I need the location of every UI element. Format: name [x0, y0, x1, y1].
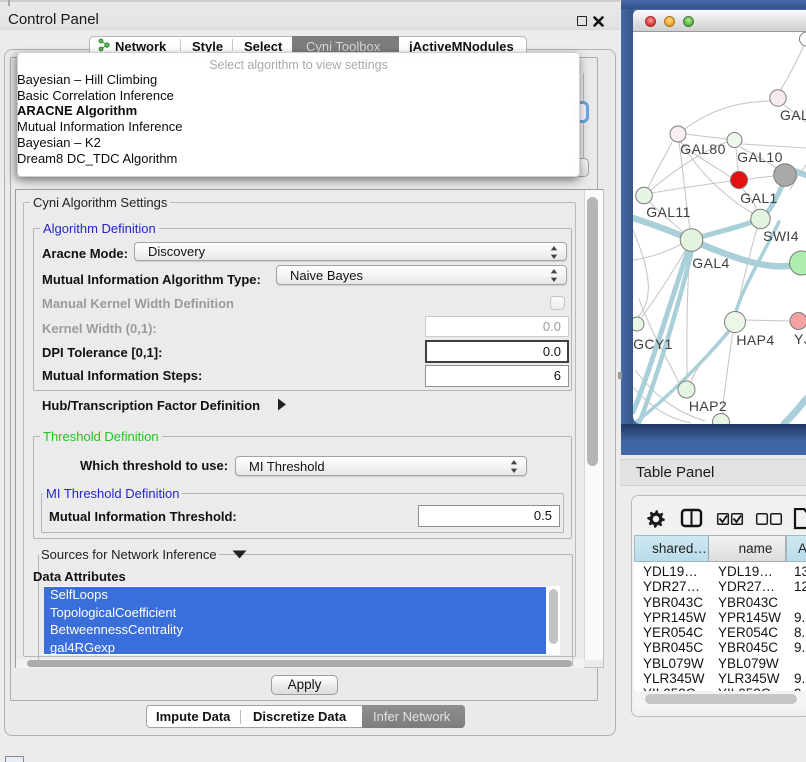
svg-text:YJ: YJ: [794, 331, 806, 347]
svg-text:HAP2: HAP2: [689, 398, 727, 414]
svg-text:GAL8: GAL8: [780, 107, 806, 123]
svg-text:GAL10: GAL10: [737, 149, 783, 165]
svg-text:GAL4: GAL4: [692, 255, 729, 271]
svg-text:SWI4: SWI4: [763, 228, 799, 244]
svg-text:GCY1: GCY1: [633, 336, 673, 352]
svg-text:GAL1: GAL1: [740, 190, 777, 206]
svg-text:GAL11: GAL11: [646, 204, 691, 220]
svg-text:GAL80: GAL80: [680, 141, 726, 157]
svg-text:HAP4: HAP4: [736, 332, 774, 348]
